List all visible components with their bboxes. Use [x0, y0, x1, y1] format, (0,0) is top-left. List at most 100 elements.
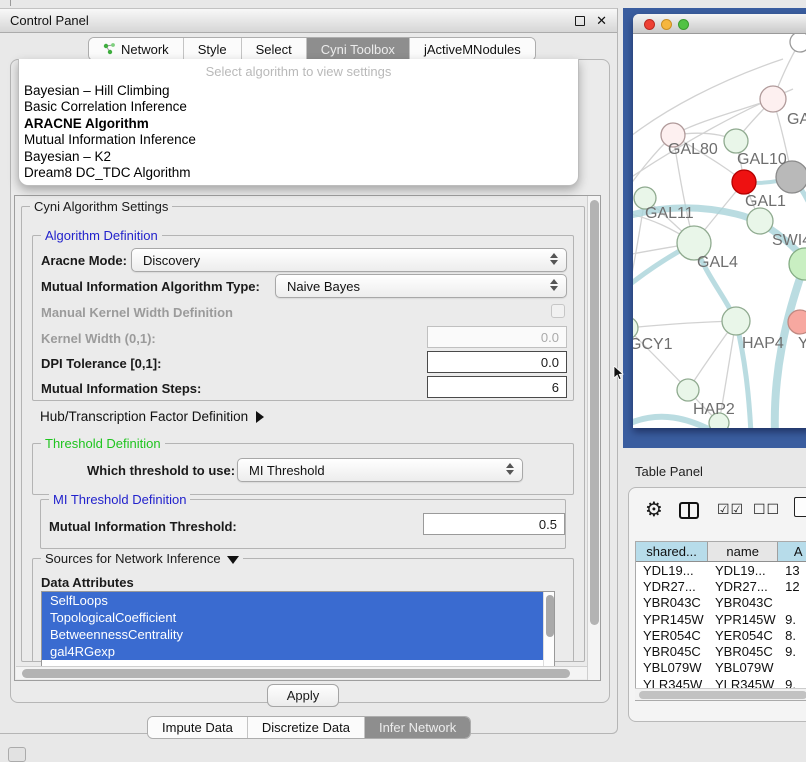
mi-threshold-label: Mutual Information Threshold:: [49, 519, 237, 534]
control-panel-title: Control Panel: [10, 13, 89, 28]
mi-steps-value: 6: [552, 380, 559, 395]
data-attributes-label: Data Attributes: [41, 575, 134, 590]
combo-stepper-icon: [550, 253, 558, 265]
network-node-label: Y: [798, 335, 806, 352]
algorithm-option[interactable]: Mutual Information Inference: [19, 132, 578, 148]
table-cell: YBR043C: [636, 595, 708, 611]
settings-horizontal-scrollbar[interactable]: [16, 666, 587, 679]
network-node[interactable]: [724, 129, 748, 153]
network-window[interactable]: GALGAL80GAL10GAL1GAL11SWI4GAL4GCY1HAP4YH…: [633, 14, 806, 428]
network-node[interactable]: [747, 208, 773, 234]
dpi-tolerance-field[interactable]: 0.0: [427, 351, 567, 373]
settings-vertical-scrollbar[interactable]: [587, 196, 600, 680]
window-zoom-button[interactable]: [678, 19, 689, 30]
table-column-header[interactable]: name: [708, 542, 778, 561]
tab-style[interactable]: Style: [184, 38, 242, 60]
mi-steps-label: Mutual Information Steps:: [41, 381, 201, 396]
tab-network[interactable]: Network: [89, 38, 184, 60]
attribute-item[interactable]: SelfLoops: [42, 592, 554, 609]
network-node[interactable]: [722, 307, 750, 335]
apply-button-label: Apply: [287, 688, 320, 703]
aracne-mode-combo[interactable]: Discovery: [131, 248, 567, 272]
window-close-button[interactable]: [644, 19, 655, 30]
algorithm-definition-legend: Algorithm Definition: [41, 228, 162, 243]
table-cell: YBL079W: [636, 660, 708, 676]
network-canvas[interactable]: GALGAL80GAL10GAL1GAL11SWI4GAL4GCY1HAP4YH…: [633, 34, 806, 428]
mi-threshold-group: MI Threshold Definition Mutual Informati…: [40, 499, 566, 549]
table-cell: YDL19...: [636, 562, 708, 578]
bottom-left-button[interactable]: [8, 747, 26, 762]
hub-definition-toggle[interactable]: Hub/Transcription Factor Definition: [40, 409, 264, 424]
tab-jactivemnodules[interactable]: jActiveMNodules: [410, 38, 535, 60]
algorithm-option[interactable]: ARACNE Algorithm: [19, 116, 578, 132]
attributes-scrollbar[interactable]: [543, 592, 554, 666]
network-node[interactable]: [760, 86, 786, 112]
algorithm-option[interactable]: Dream8 DC_TDC Algorithm: [19, 165, 578, 181]
tab-label: Select: [256, 42, 292, 57]
table-cell: YBL079W: [708, 660, 778, 676]
collapse-down-icon: [227, 556, 239, 564]
float-window-icon[interactable]: [575, 16, 585, 26]
apply-button[interactable]: Apply: [267, 684, 339, 707]
unchecked-columns-icon[interactable]: ☐☐: [753, 501, 780, 518]
which-threshold-value: MI Threshold: [238, 463, 325, 478]
network-node[interactable]: [677, 379, 699, 401]
combo-stepper-icon: [550, 279, 558, 291]
network-node[interactable]: [788, 310, 806, 334]
hub-definition-label: Hub/Transcription Factor Definition: [40, 409, 248, 424]
mi-type-value: Naive Bayes: [276, 279, 360, 294]
algorithm-option[interactable]: Bayesian – K2: [19, 149, 578, 165]
algorithm-dropdown[interactable]: Select algorithm to view settings Bayesi…: [18, 59, 579, 186]
gear-icon[interactable]: ⚙: [645, 497, 663, 522]
split-columns-icon[interactable]: [679, 502, 699, 519]
mi-threshold-field[interactable]: 0.5: [423, 513, 565, 535]
which-threshold-combo[interactable]: MI Threshold: [237, 458, 523, 482]
network-node-label: HAP4: [742, 335, 784, 352]
table-row[interactable]: YBR043CYBR043C: [636, 595, 806, 611]
table-row[interactable]: YDL19...YDL19...13: [636, 562, 806, 578]
network-node-label: GAL80: [668, 141, 718, 158]
table-row[interactable]: YDR27...YDR27...12: [636, 578, 806, 594]
table-horizontal-scrollbar[interactable]: [635, 688, 806, 700]
mi-steps-field[interactable]: 6: [427, 376, 567, 398]
algorithm-option[interactable]: Basic Correlation Inference: [19, 99, 578, 115]
bottom-tab-discretize-data[interactable]: Discretize Data: [248, 717, 365, 738]
kernel-width-field[interactable]: 0.0: [427, 326, 567, 348]
checked-columns-icon[interactable]: ☑☑: [717, 501, 744, 518]
network-node[interactable]: [732, 170, 756, 194]
tab-label: Impute Data: [162, 720, 233, 735]
bottom-tab-infer-network[interactable]: Infer Network: [365, 717, 470, 738]
table-row[interactable]: YPR145WYPR145W9.: [636, 611, 806, 627]
attribute-item[interactable]: gal4RGexp: [42, 643, 554, 660]
network-node-label: GAL4: [697, 254, 738, 271]
table-row[interactable]: YBR045CYBR045C9.: [636, 643, 806, 659]
expand-right-icon: [256, 411, 264, 423]
table-cell: YPR145W: [636, 611, 708, 627]
table-header-row: shared...nameA: [636, 542, 806, 562]
network-window-titlebar[interactable]: [633, 14, 806, 34]
table-row[interactable]: YER054CYER054C8.: [636, 627, 806, 643]
bottom-tab-impute-data[interactable]: Impute Data: [148, 717, 248, 738]
tab-cyni-toolbox[interactable]: Cyni Toolbox: [307, 38, 410, 60]
table-cell: YBR045C: [708, 643, 778, 659]
dpi-tolerance-label: DPI Tolerance [0,1]:: [41, 356, 161, 371]
attribute-item[interactable]: TopologicalCoefficient: [42, 609, 554, 626]
attribute-item[interactable]: BetweennessCentrality: [42, 626, 554, 643]
close-icon[interactable]: ✕: [596, 13, 607, 29]
algorithm-option[interactable]: Bayesian – Hill Climbing: [19, 83, 578, 99]
table-column-header[interactable]: A: [778, 542, 806, 561]
control-panel-window: Control Panel ✕ NetworkStyle Select Cyni T…: [0, 8, 618, 734]
document-icon[interactable]: [794, 497, 806, 517]
network-node[interactable]: [790, 34, 806, 52]
table-cell: YDR27...: [708, 578, 778, 594]
table-panel: ⚙ ☑☑ ☐☐ shared...nameA YDL19...YDL19...1…: [628, 487, 806, 722]
data-attributes-list[interactable]: SelfLoopsTopologicalCoefficientBetweenne…: [41, 591, 555, 667]
mi-type-combo[interactable]: Naive Bayes: [275, 274, 567, 298]
window-minimize-button[interactable]: [661, 19, 672, 30]
table-column-header[interactable]: shared...: [636, 542, 708, 561]
manual-kernel-checkbox[interactable]: [551, 304, 565, 318]
table-row[interactable]: YBL079WYBL079W: [636, 660, 806, 676]
tab-select[interactable]: Select: [242, 38, 307, 60]
network-node-label: SWI4: [772, 232, 806, 249]
network-node[interactable]: [789, 248, 806, 280]
